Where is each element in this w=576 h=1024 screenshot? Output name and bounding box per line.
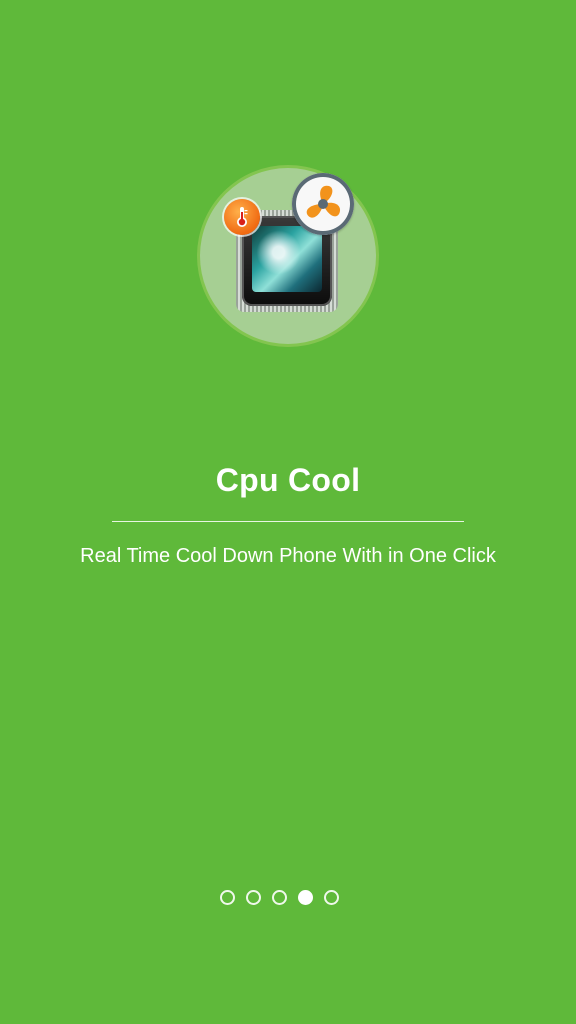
page-indicator [220,890,339,905]
page-subtitle: Real Time Cool Down Phone With in One Cl… [80,545,496,567]
page-dot-2[interactable] [246,890,261,905]
divider [112,521,464,522]
page-dot-5[interactable] [324,890,339,905]
page-title: Cpu Cool [215,462,361,498]
cpu-cool-illustration [200,168,376,348]
page-dot-4-active[interactable] [298,890,313,905]
page-dot-1[interactable] [220,890,235,905]
thermometer-icon [224,199,260,235]
page-dot-3[interactable] [272,890,287,905]
onboarding-screen[interactable]: Cpu Cool Real Time Cool Down Phone With … [0,0,576,1024]
fan-icon [292,173,354,235]
